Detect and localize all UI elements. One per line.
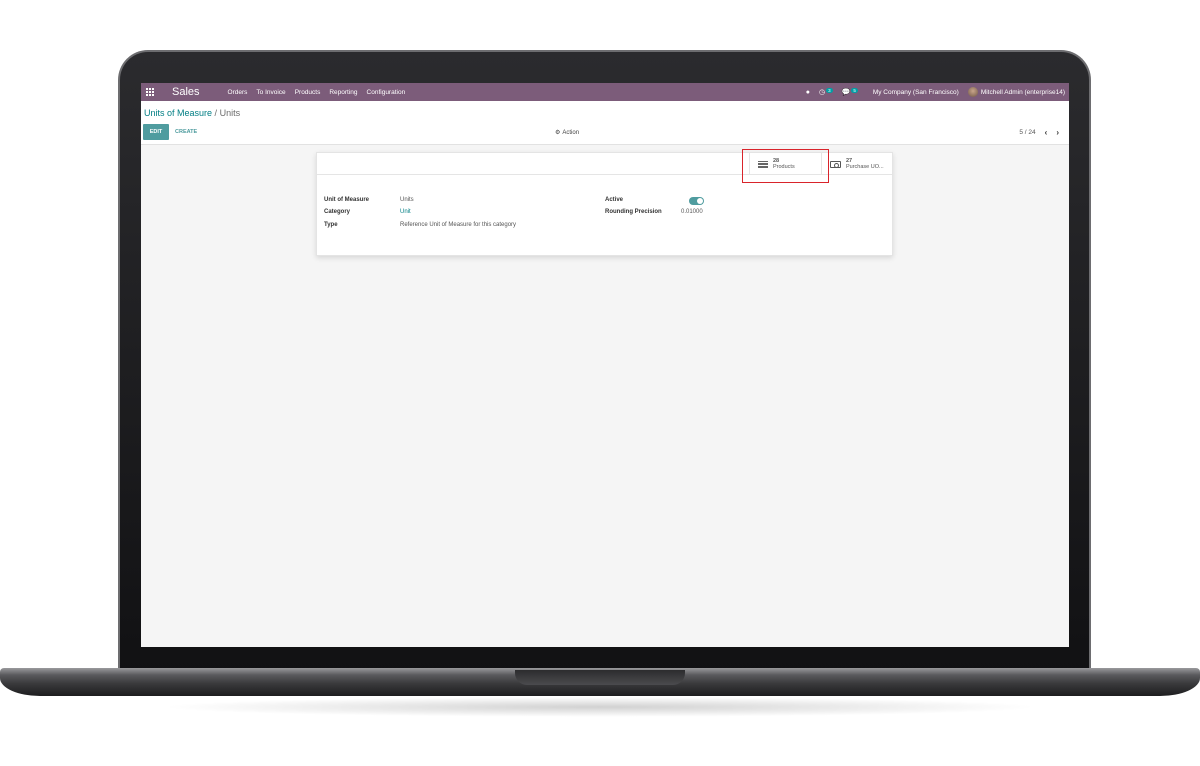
activity-clock-icon[interactable]: ◷ 3 [819, 88, 833, 96]
avatar [967, 87, 978, 97]
action-dropdown[interactable]: ⚙ Action [555, 129, 580, 137]
laptop-notch [515, 670, 685, 685]
menu-configuration[interactable]: Configuration [367, 89, 406, 96]
breadcrumb-current: Units [219, 108, 241, 118]
pager: 5 / 24 ‹ › [1019, 128, 1059, 137]
company-switcher[interactable]: My Company (San Francisco) [873, 89, 959, 96]
money-icon [830, 160, 841, 168]
apps-grid-icon[interactable] [146, 88, 154, 96]
activity-badge: 3 [826, 88, 833, 93]
menu-to-invoice[interactable]: To Invoice [256, 89, 285, 96]
app-name[interactable]: Sales [172, 86, 200, 98]
type-value: Reference Unit of Measure for this categ… [400, 222, 517, 228]
messages-chat-icon[interactable]: 💬 5 [842, 88, 858, 96]
highlight-box [742, 149, 829, 183]
gear-icon: ⚙ [555, 130, 561, 136]
category-label: Category [324, 209, 351, 215]
control-panel: Units of Measure / Units EDIT CREATE ⚙ A… [141, 101, 1069, 145]
form-sheet: 28 Products 27 Purchase UO... Unit of Me… [316, 149, 893, 256]
type-label: Type [324, 222, 338, 228]
uom-value: Units [400, 197, 414, 203]
menu-orders[interactable]: Orders [228, 89, 248, 96]
active-toggle[interactable] [689, 197, 704, 205]
rounding-label: Rounding Precision [605, 209, 662, 215]
menu-products[interactable]: Products [295, 89, 321, 96]
screen: Sales Orders To Invoice Products Reporti… [141, 83, 1069, 647]
user-menu[interactable]: Mitchell Admin (enterprise14) [967, 87, 1065, 97]
chevron-left-icon[interactable]: ‹ [1045, 128, 1048, 137]
chevron-right-icon[interactable]: › [1056, 128, 1059, 137]
breadcrumb: Units of Measure / Units [144, 108, 240, 118]
create-button[interactable]: CREATE [175, 124, 197, 140]
laptop-shadow [160, 697, 1040, 717]
uom-label: Unit of Measure [324, 197, 370, 203]
messages-badge: 5 [851, 88, 858, 93]
breadcrumb-separator: / [214, 108, 218, 118]
user-name: Mitchell Admin (enterprise14) [980, 88, 1065, 96]
pager-value[interactable]: 5 / 24 [1019, 129, 1035, 136]
rounding-value: 0.01000 [681, 209, 703, 215]
active-label: Active [605, 197, 624, 203]
menu-reporting[interactable]: Reporting [329, 89, 357, 96]
purchase-uom-stat-button[interactable]: 27 Purchase UO... [821, 153, 893, 175]
smart-button-box: 28 Products 27 Purchase UO... [317, 149, 893, 183]
top-navbar: Sales Orders To Invoice Products Reporti… [141, 83, 1069, 101]
category-link[interactable]: Unit [400, 209, 411, 215]
purchase-label: Purchase UO... [846, 164, 884, 170]
edit-button[interactable]: EDIT [143, 124, 169, 140]
bug-icon[interactable]: ● [806, 89, 810, 96]
breadcrumb-parent[interactable]: Units of Measure [144, 108, 212, 118]
action-label: Action [562, 129, 580, 136]
